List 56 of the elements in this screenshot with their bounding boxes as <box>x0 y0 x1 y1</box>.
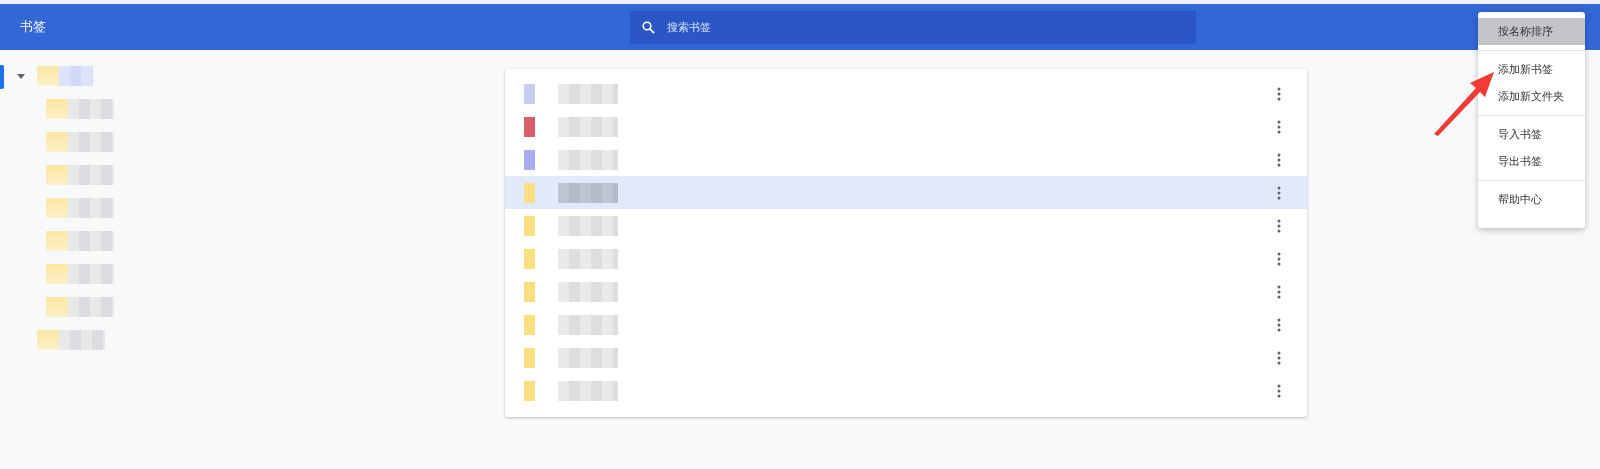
blurred-label <box>68 98 114 119</box>
folder-icon <box>524 248 535 269</box>
blurred-label <box>558 215 618 236</box>
blurred-label <box>59 65 93 86</box>
folder-icon <box>46 296 68 317</box>
search-field[interactable]: 搜索书签 <box>630 11 1196 44</box>
folder-icon <box>46 230 68 251</box>
more-icon[interactable] <box>1277 284 1281 299</box>
blurred-label <box>558 380 618 401</box>
menu-item[interactable]: 导出书签 <box>1478 148 1585 175</box>
more-icon[interactable] <box>1277 152 1281 167</box>
blurred-label <box>558 248 618 269</box>
folder-icon <box>46 131 68 152</box>
blurred-label <box>558 281 618 302</box>
more-icon[interactable] <box>1277 218 1281 233</box>
blurred-label <box>558 149 618 170</box>
arrow-drawing <box>1432 70 1496 136</box>
blurred-label <box>558 83 618 104</box>
search-icon <box>642 21 655 34</box>
folder-icon <box>524 347 535 368</box>
caret-icon[interactable] <box>17 71 25 80</box>
blurred-label <box>558 116 618 137</box>
more-icon[interactable] <box>1277 317 1281 332</box>
menu-item[interactable]: 帮助中心 <box>1478 186 1585 213</box>
menu-item[interactable]: 添加新书签 <box>1478 56 1585 83</box>
folder-icon <box>37 65 59 86</box>
menu-item[interactable]: 导入书签 <box>1478 121 1585 148</box>
blurred-label <box>558 314 618 335</box>
folder-icon <box>524 380 535 401</box>
blurred-label <box>558 347 618 368</box>
folder-icon <box>524 182 535 203</box>
folder-icon <box>524 281 535 302</box>
folder-icon <box>524 314 535 335</box>
blurred-label <box>68 230 114 251</box>
more-icon[interactable] <box>1277 119 1281 134</box>
blurred-label <box>68 131 114 152</box>
blurred-label <box>68 164 114 185</box>
more-icon[interactable] <box>1277 383 1281 398</box>
menu-item[interactable]: 添加新文件夹 <box>1478 83 1585 110</box>
blurred-label <box>68 296 114 317</box>
blurred-label <box>59 329 105 350</box>
folder-icon <box>46 98 68 119</box>
menu-item[interactable]: 按名称排序 <box>1478 18 1585 45</box>
folder-icon <box>46 164 68 185</box>
folder-icon <box>37 329 59 350</box>
page-title: 书签 <box>20 18 46 36</box>
blurred-label <box>68 263 114 284</box>
blurred-label <box>68 197 114 218</box>
folder-icon <box>46 197 68 218</box>
blurred-label <box>558 182 618 203</box>
folder-icon <box>524 215 535 236</box>
more-icon[interactable] <box>1277 251 1281 266</box>
more-icon[interactable] <box>1277 86 1281 101</box>
more-icon[interactable] <box>1277 350 1281 365</box>
folder-icon <box>46 263 68 284</box>
more-icon[interactable] <box>1277 185 1281 200</box>
